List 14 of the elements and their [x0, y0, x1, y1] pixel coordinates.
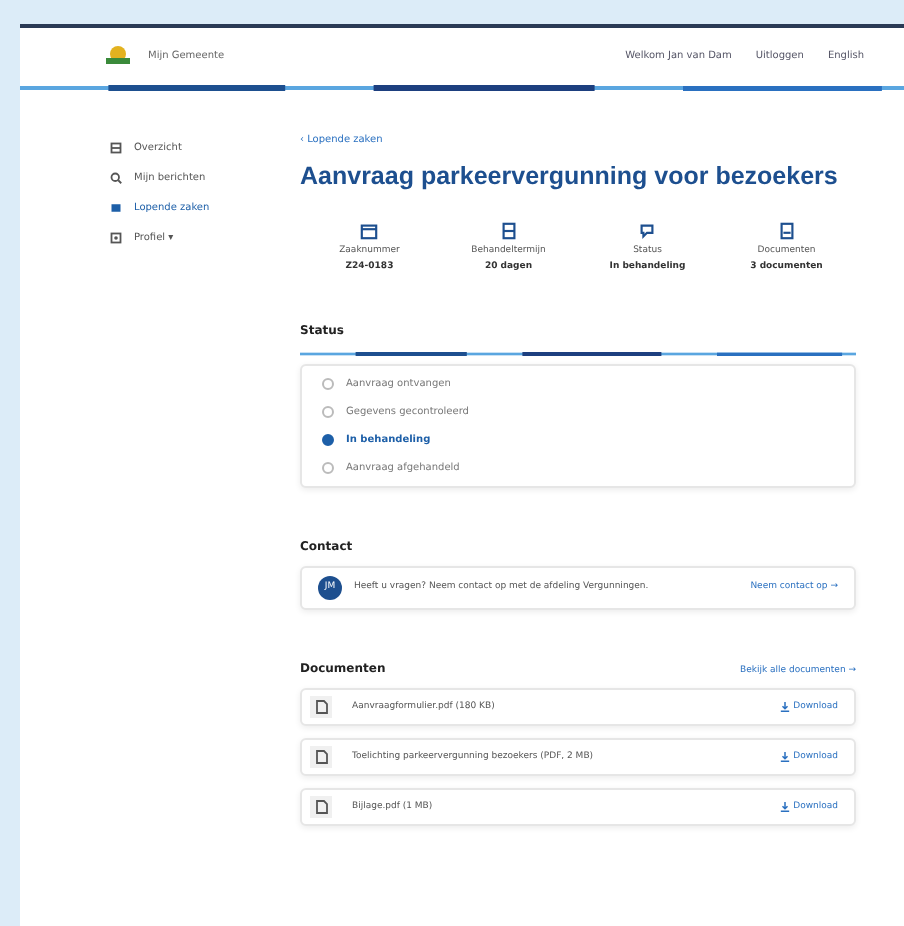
file-icon — [310, 745, 332, 768]
search-icon — [110, 172, 122, 184]
document-icon — [777, 221, 796, 240]
logo-icon — [100, 44, 136, 66]
download-icon — [779, 751, 790, 762]
download-icon — [779, 701, 790, 712]
chat-icon — [638, 221, 657, 240]
user-icon — [110, 232, 122, 244]
file-icon — [310, 795, 332, 818]
page-title: Aanvraag parkeervergunning voor bezoekers — [300, 162, 840, 194]
calendar-icon — [360, 221, 379, 240]
grid-icon — [110, 142, 122, 154]
file-icon — [310, 695, 332, 718]
download-icon — [779, 801, 790, 812]
